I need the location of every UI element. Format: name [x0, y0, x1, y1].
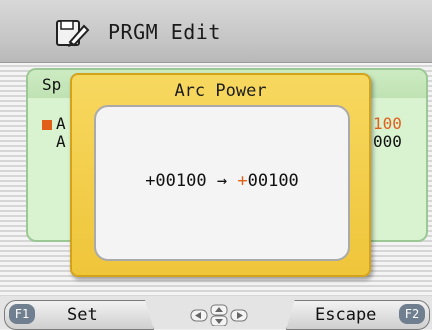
value-change-display: +00100 → +00100 — [96, 171, 348, 191]
selection-marker — [42, 120, 52, 130]
dialog-title: Arc Power — [174, 81, 267, 101]
f2-key-badge: F2 — [399, 304, 425, 324]
title-bar: PRGM Edit — [0, 0, 432, 63]
row-value: 000 — [373, 132, 402, 151]
arc-power-dialog: Arc Power +00100 → +00100 — [70, 73, 371, 277]
row-label[interactable]: A — [56, 132, 66, 151]
row-value: 100 — [373, 114, 402, 133]
f1-key-badge: F1 — [9, 304, 35, 324]
navigation-arrows-icon — [190, 304, 248, 327]
row-label[interactable]: A — [56, 114, 66, 133]
dialog-body: +00100 → +00100 — [94, 105, 350, 261]
old-value: +00100 — [145, 171, 207, 191]
set-button-label: Set — [67, 305, 98, 325]
page-title: PRGM Edit — [108, 20, 221, 44]
new-value[interactable]: 00100 — [248, 171, 299, 191]
set-button[interactable]: F1 Set — [4, 300, 154, 330]
escape-button[interactable]: Escape F2 — [286, 300, 430, 330]
edit-program-icon — [54, 18, 90, 48]
escape-button-label: Escape — [315, 305, 377, 325]
arrow-icon: → — [216, 171, 228, 191]
new-value-sign: + — [237, 171, 248, 191]
panel-header-label: Sp — [42, 75, 62, 94]
